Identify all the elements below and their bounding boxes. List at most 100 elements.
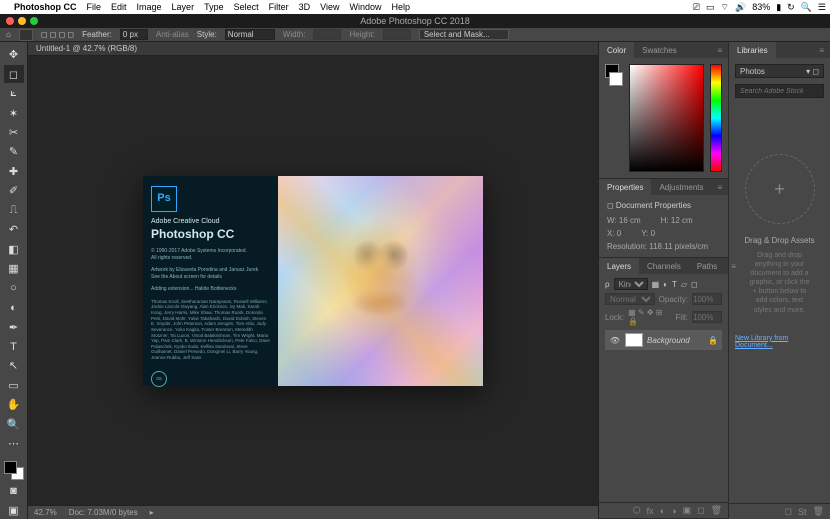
color-picker[interactable] xyxy=(629,64,704,172)
gradient-tool-icon[interactable]: ▦ xyxy=(4,260,24,277)
maximize-window-icon[interactable] xyxy=(30,17,38,25)
layer-row[interactable]: 👁 Background 🔒 xyxy=(605,330,722,350)
visibility-icon[interactable]: 👁 xyxy=(609,336,621,345)
tab-adjustments[interactable]: Adjustments xyxy=(651,179,711,195)
quick-select-tool-icon[interactable]: ✶ xyxy=(4,104,24,121)
menu-select[interactable]: Select xyxy=(234,2,259,12)
hand-tool-icon[interactable]: ✋ xyxy=(4,396,24,413)
quickmask-icon[interactable]: ◙ xyxy=(4,482,24,499)
blur-tool-icon[interactable]: ○ xyxy=(4,279,24,296)
filter-adjust-icon[interactable]: ◐ xyxy=(663,280,668,289)
status-chevron-icon[interactable]: ▸ xyxy=(150,508,154,517)
minimize-window-icon[interactable] xyxy=(18,17,26,25)
drop-zone[interactable]: + xyxy=(745,154,815,224)
wifi-icon[interactable]: ⌔ xyxy=(721,2,729,13)
new-layer-icon[interactable]: ◻ xyxy=(697,505,704,516)
path-tool-icon[interactable]: ↖ xyxy=(4,357,24,374)
move-tool-icon[interactable]: ✥ xyxy=(4,46,24,63)
select-and-mask-button[interactable]: Select and Mask... xyxy=(419,29,509,40)
trash-icon[interactable]: 🗑 xyxy=(711,505,722,516)
library-select[interactable]: Photos▾ ◻ xyxy=(735,64,824,78)
screenmode-icon[interactable]: ▣ xyxy=(4,501,24,518)
lock-icon[interactable]: 🔒 xyxy=(708,336,718,345)
tab-color[interactable]: Color xyxy=(599,42,634,58)
sync-icon[interactable]: ↻ xyxy=(787,2,795,13)
fx-icon[interactable]: fx xyxy=(647,506,654,516)
menu-image[interactable]: Image xyxy=(137,2,162,12)
volume-icon[interactable]: 🔊 xyxy=(735,2,746,13)
home-icon[interactable]: ⌂ xyxy=(6,30,11,39)
tab-libraries[interactable]: Libraries xyxy=(729,42,776,58)
type-tool-icon[interactable]: T xyxy=(4,338,24,355)
spotlight-icon[interactable]: 🔍 xyxy=(801,2,812,13)
color-swatch[interactable] xyxy=(4,461,24,480)
menu-type[interactable]: Type xyxy=(204,2,224,12)
airplay-icon[interactable]: ⎚ xyxy=(693,2,700,13)
lib-add-icon[interactable]: ◻ xyxy=(785,506,792,517)
display-icon[interactable]: ▭ xyxy=(706,2,715,13)
battery-icon[interactable]: ▮ xyxy=(776,2,781,13)
menu-file[interactable]: File xyxy=(87,2,102,12)
brush-tool-icon[interactable]: ✐ xyxy=(4,182,24,199)
tool-preset-icon[interactable] xyxy=(19,29,33,41)
feather-input[interactable] xyxy=(120,29,148,40)
crop-tool-icon[interactable]: ✂ xyxy=(4,124,24,141)
mask-icon[interactable]: ◐ xyxy=(660,506,665,516)
layer-name[interactable]: Background xyxy=(647,336,690,345)
tab-layers[interactable]: Layers xyxy=(599,258,639,274)
selection-mode-icons[interactable]: ◻ ◻ ◻ ◻ xyxy=(41,30,74,39)
eraser-tool-icon[interactable]: ◧ xyxy=(4,241,24,258)
menu-3d[interactable]: 3D xyxy=(299,2,311,12)
style-select[interactable] xyxy=(225,29,275,40)
marquee-tool-icon[interactable]: ◻ xyxy=(4,65,24,82)
hue-slider[interactable] xyxy=(710,64,722,172)
canvas[interactable]: Ps Adobe Creative Cloud Photoshop CC © 1… xyxy=(28,56,598,505)
status-zoom[interactable]: 42.7% xyxy=(34,508,57,517)
status-doc[interactable]: Doc: 7.03M/0 bytes xyxy=(69,508,138,517)
edit-toolbar-icon[interactable]: ⋯ xyxy=(4,435,24,452)
shape-tool-icon[interactable]: ▭ xyxy=(4,377,24,394)
stamp-tool-icon[interactable]: ⎍ xyxy=(4,202,24,219)
filter-type-icon[interactable]: T xyxy=(672,280,677,289)
lib-trash-icon[interactable]: 🗑 xyxy=(813,506,824,517)
layer-thumbnail[interactable] xyxy=(625,333,643,347)
blend-mode-select[interactable]: Normal xyxy=(605,293,655,305)
panel-menu-icon[interactable]: ≡ xyxy=(712,183,729,192)
tab-channels[interactable]: Channels xyxy=(639,258,689,274)
opacity-input[interactable] xyxy=(692,293,722,305)
menu-layer[interactable]: Layer xyxy=(172,2,195,12)
link-layers-icon[interactable]: ⬡ xyxy=(633,505,641,516)
history-brush-tool-icon[interactable]: ↶ xyxy=(4,221,24,238)
close-window-icon[interactable] xyxy=(6,17,14,25)
group-icon[interactable]: ▣ xyxy=(683,505,692,516)
pen-tool-icon[interactable]: ✒ xyxy=(4,318,24,335)
new-library-link[interactable]: New Library from Document... xyxy=(735,335,824,349)
panel-menu-icon[interactable]: ≡ xyxy=(711,46,728,55)
app-name[interactable]: Photoshop CC xyxy=(14,2,77,12)
layers-kind-select[interactable]: Kind xyxy=(614,278,648,290)
lock-icons[interactable]: ▦ ✎ ✥ ⊞ 🔒 xyxy=(628,308,671,326)
document-tab[interactable]: Untitled-1 @ 42.7% (RGB/8) xyxy=(28,42,598,56)
fill-input[interactable] xyxy=(692,311,722,323)
panel-menu-icon[interactable]: ≡ xyxy=(813,46,830,55)
tab-paths[interactable]: Paths xyxy=(689,258,725,274)
healing-tool-icon[interactable]: ✚ xyxy=(4,163,24,180)
tab-swatches[interactable]: Swatches xyxy=(634,42,685,58)
adjustment-icon[interactable]: ◑ xyxy=(671,506,676,516)
menu-edit[interactable]: Edit xyxy=(111,2,127,12)
eyedropper-tool-icon[interactable]: ✎ xyxy=(4,143,24,160)
filter-smart-icon[interactable]: ◻ xyxy=(691,280,698,289)
menu-filter[interactable]: Filter xyxy=(269,2,289,12)
notification-icon[interactable]: ☰ xyxy=(818,2,826,13)
library-search-input[interactable] xyxy=(735,84,824,98)
tab-properties[interactable]: Properties xyxy=(599,179,651,195)
filter-shape-icon[interactable]: ▱ xyxy=(681,280,687,289)
menu-help[interactable]: Help xyxy=(391,2,410,12)
color-fg-bg-swatch[interactable] xyxy=(605,64,623,172)
lib-stock-icon[interactable]: St xyxy=(798,507,807,517)
antialias-check[interactable]: Anti-alias xyxy=(156,30,189,39)
dodge-tool-icon[interactable]: ◐ xyxy=(4,299,24,316)
menu-view[interactable]: View xyxy=(320,2,339,12)
filter-pixel-icon[interactable]: ▦ xyxy=(652,280,660,289)
menu-window[interactable]: Window xyxy=(349,2,381,12)
